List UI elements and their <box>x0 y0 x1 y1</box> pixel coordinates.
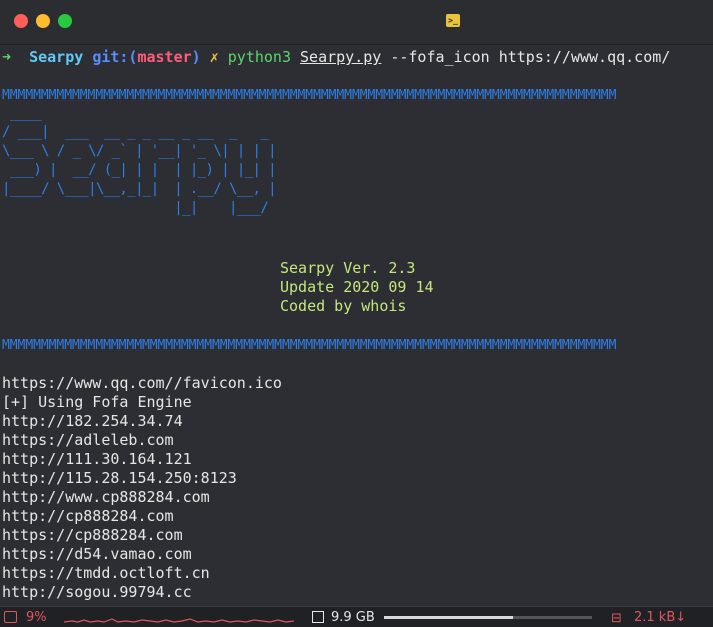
cpu-graph <box>64 618 294 623</box>
command-args: --fofa_icon https://www.qq.com/ <box>390 48 671 66</box>
cpu-icon <box>4 611 17 623</box>
title-bar: >_ <box>0 0 713 45</box>
cpu-usage: 9% <box>26 610 47 625</box>
script-file-link[interactable]: Searpy.py <box>300 48 381 66</box>
output-line: http://182.254.34.74 <box>2 412 183 430</box>
output-line: https://cp888284.com <box>2 526 183 544</box>
banner-update: Update 2020 09 14 <box>280 278 434 296</box>
terminal-output[interactable]: ➜ Searpy git:(master) ✗ python3 Searpy.p… <box>2 44 713 604</box>
close-button[interactable] <box>14 14 28 28</box>
terminal-icon: >_ <box>446 14 460 27</box>
output-line: http://sogou.99794.cc <box>2 583 192 601</box>
output-line: [+] Using Fofa Engine <box>2 393 192 411</box>
banner-logo-line: |____/ \___|\__,_|_| | .__/ \__, | <box>2 181 277 197</box>
prompt-git-label: git:( <box>92 48 138 66</box>
command-line: ➜ Searpy git:(master) ✗ python3 Searpy.p… <box>2 48 670 67</box>
prompt-git-close: ) <box>191 48 201 66</box>
memory-icon <box>312 611 324 623</box>
status-bar: 9% 9.9 GB ⊟ 2.1 kB↓ <box>0 606 713 627</box>
memory-usage: 9.9 GB <box>331 610 375 625</box>
banner-author: Coded by whois <box>280 297 407 315</box>
prompt-directory: Searpy <box>29 48 84 66</box>
prompt-arrow-icon: ➜ <box>2 48 12 66</box>
output-line: http://cp888284.com <box>2 507 174 525</box>
banner-rule-bottom: MMMMMMMMMMMMMMMMMMMMMMMMMMMMMMMMMMMMMMMM… <box>2 338 617 353</box>
banner-logo-line: |_| |___/ <box>2 200 269 216</box>
output-line: https://tmdd.octloft.cn <box>2 564 210 582</box>
banner-logo-line: / ___| ___ __ _ _ __ _ __ _ _ <box>2 124 269 140</box>
banner-version: Searpy Ver. 2.3 <box>280 259 416 277</box>
output-line: http://111.30.164.121 <box>2 450 192 468</box>
cpu-graph-line <box>64 618 294 623</box>
output-line: https://adleleb.com <box>2 431 174 449</box>
terminal-window: >_ ➜ Searpy git:(master) ✗ python3 Searp… <box>0 0 713 627</box>
output-line: http://www.cp888284.com <box>2 488 210 506</box>
network-icon: ⊟ <box>611 611 622 626</box>
prompt-branch: master <box>137 48 192 66</box>
network-rate: 2.1 kB↓ <box>634 610 687 625</box>
memory-bar-fill <box>384 616 513 619</box>
banner-logo-line: ___) | __/ (_| | | | |_) | |_| | <box>2 162 277 178</box>
zoom-button[interactable] <box>58 14 72 28</box>
output-line: https://d54.vamao.com <box>2 545 192 563</box>
memory-bar <box>384 616 592 619</box>
banner-logo-line: ____ <box>2 105 42 121</box>
banner-logo-line: \___ \ / _ \/ _` | '__| '_ \| | | | <box>2 143 277 159</box>
command-name: python3 <box>227 48 291 66</box>
prompt-dirty-icon: ✗ <box>209 48 219 66</box>
banner-rule-top: MMMMMMMMMMMMMMMMMMMMMMMMMMMMMMMMMMMMMMMM… <box>2 88 617 103</box>
output-line: http://115.28.154.250:8123 <box>2 469 237 487</box>
output-line: https://www.qq.com//favicon.ico <box>2 374 282 392</box>
minimize-button[interactable] <box>36 14 50 28</box>
